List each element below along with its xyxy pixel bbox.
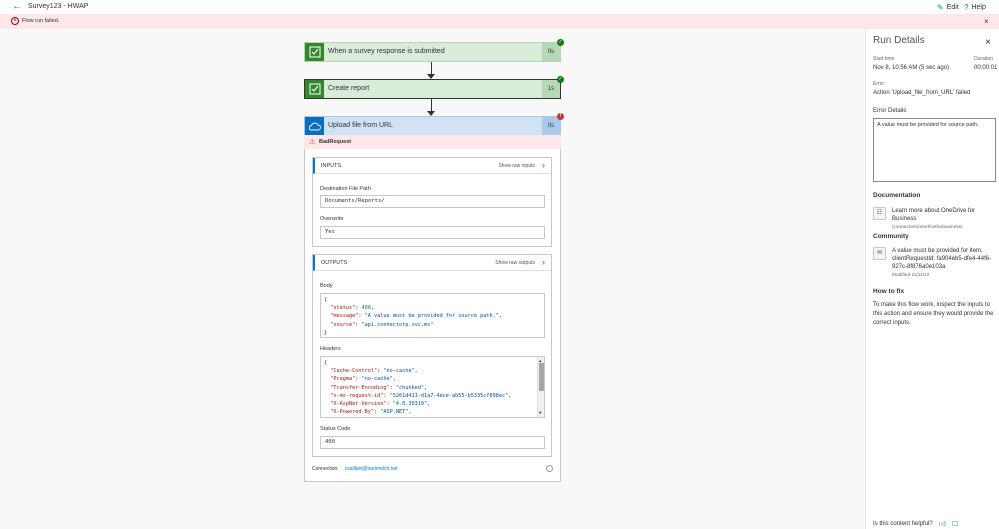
bad-request-bar: ⚠ BadRequest bbox=[304, 135, 561, 149]
header-line: "Timing-Allow-Origin": "*" bbox=[324, 417, 411, 418]
connector-arrow bbox=[426, 62, 438, 80]
step-duration: 1s bbox=[542, 80, 560, 98]
success-check-icon: ✓ bbox=[557, 76, 564, 83]
body-label: Body bbox=[320, 283, 333, 289]
community-text[interactable]: A value must be provided for item. clien… bbox=[892, 248, 991, 270]
body-json: { "status": 400, "message": "A value mus… bbox=[320, 293, 545, 338]
chat-icon: ✉ bbox=[873, 247, 886, 260]
doc-path: /connectors/onedriveforbusiness/ bbox=[892, 225, 963, 230]
show-raw-outputs-link[interactable]: Show raw outputs bbox=[495, 260, 535, 266]
outputs-header[interactable]: OUTPUTS Show raw outputs › bbox=[313, 255, 551, 271]
outputs-section: OUTPUTS Show raw outputs › Body { "statu… bbox=[312, 254, 552, 457]
document-icon: ☷ bbox=[873, 207, 886, 220]
headers-label: Headers bbox=[320, 346, 341, 352]
header-line: "Cache-Control": "no-cache", bbox=[330, 368, 418, 375]
community-modified: Modified 11/11/22 bbox=[892, 273, 930, 278]
headers-json[interactable]: { "Cache-Control": "no-cache", "Pragma":… bbox=[320, 356, 545, 418]
help-button[interactable]: ? Help bbox=[964, 3, 986, 12]
back-arrow-icon[interactable]: ← bbox=[12, 2, 22, 12]
error-badge-icon: ! bbox=[557, 113, 564, 120]
error-details-label: Error Details bbox=[873, 108, 907, 114]
warning-icon: ⚠ bbox=[309, 139, 316, 146]
comment-icon[interactable]: ☐ bbox=[952, 520, 958, 528]
close-banner-icon[interactable]: × bbox=[984, 17, 989, 26]
step-upload-file[interactable]: Upload file from URL 0s bbox=[304, 116, 561, 136]
status-code-label: Status Code bbox=[320, 426, 351, 432]
header-line: "Transfer-Encoding": "chunked", bbox=[330, 384, 428, 391]
how-to-fix-text: To make this flow work, inspect the inpu… bbox=[873, 302, 994, 326]
onedrive-cloud-icon bbox=[305, 117, 324, 135]
step-title: Upload file from URL bbox=[328, 122, 393, 129]
survey-icon bbox=[305, 80, 324, 98]
panel-title: Run Details bbox=[873, 35, 925, 46]
headers-scrollbar[interactable]: ▲ ▼ bbox=[537, 357, 544, 417]
overwrite-field: Yes bbox=[320, 226, 545, 239]
start-time-value: Nov 8, 10:56 AM (5 sec ago) bbox=[873, 65, 950, 71]
status-code-field: 400 bbox=[320, 436, 545, 449]
inputs-label: INPUTS bbox=[321, 163, 342, 169]
close-panel-icon[interactable]: × bbox=[985, 37, 991, 48]
banner-message: Flow run failed. bbox=[22, 18, 60, 24]
step-title: Create report bbox=[328, 85, 370, 92]
outputs-label: OUTPUTS bbox=[321, 260, 348, 266]
top-bar: ← Survey123 - HWAP ✎ Edit ? Help bbox=[0, 0, 999, 14]
error-label: Error bbox=[873, 81, 885, 87]
step-trigger[interactable]: When a survey response is submitted 0s bbox=[304, 42, 561, 62]
documentation-heading: Documentation bbox=[873, 192, 921, 199]
edit-button[interactable]: ✎ Edit bbox=[937, 3, 959, 12]
connection-account-link[interactable]: csaillant@summitch.net bbox=[345, 466, 398, 472]
error-circle-icon: × bbox=[11, 17, 19, 25]
bad-request-label: BadRequest bbox=[319, 139, 352, 145]
inputs-section: INPUTS Show raw inputs › Destination Fil… bbox=[312, 157, 552, 247]
header-line: "Pragma": "no-cache", bbox=[330, 376, 396, 383]
connector-arrow bbox=[426, 99, 438, 117]
chevron-right-icon[interactable]: › bbox=[542, 160, 545, 170]
helpful-label: Is this content helpful? bbox=[873, 520, 933, 527]
how-to-fix-heading: How to fix bbox=[873, 288, 905, 295]
error-details-box[interactable]: A value must be provided for source path… bbox=[873, 118, 996, 182]
header-line: "X-AspNet-Version": "4.0.30319", bbox=[330, 401, 431, 408]
scroll-down-icon[interactable]: ▼ bbox=[539, 409, 541, 417]
header-line: "x-ms-request-id": "5261d411-d1a7-4ece-a… bbox=[330, 392, 512, 399]
header-line: "X-Powered-By": "ASP.NET", bbox=[330, 409, 412, 416]
thumbs-up-icon[interactable]: 👍︎ bbox=[939, 519, 946, 528]
doc-link[interactable]: Learn more about OneDrive for Business bbox=[892, 208, 975, 222]
destination-label: Destination File Path bbox=[320, 186, 371, 192]
step-create-report[interactable]: Create report 1s bbox=[304, 79, 561, 99]
error-banner: × Flow run failed. × bbox=[0, 14, 999, 29]
error-value: Action 'Upload_file_from_URL' failed bbox=[873, 90, 971, 96]
step-title: When a survey response is submitted bbox=[328, 48, 445, 55]
inputs-header[interactable]: INPUTS Show raw inputs › bbox=[313, 158, 551, 174]
chevron-right-icon[interactable]: › bbox=[542, 257, 545, 267]
flow-title: Survey123 - HWAP bbox=[28, 3, 89, 10]
pencil-icon: ✎ bbox=[937, 3, 944, 12]
run-details-panel: Run Details × Start time Nov 8, 10:56 AM… bbox=[865, 29, 999, 529]
success-check-icon: ✓ bbox=[557, 39, 564, 46]
duration-value: 00:00:01 bbox=[974, 65, 998, 71]
step-duration: 0s bbox=[542, 43, 560, 61]
community-heading: Community bbox=[873, 233, 909, 240]
show-raw-inputs-link[interactable]: Show raw inputs bbox=[498, 163, 535, 169]
scroll-thumb[interactable] bbox=[539, 363, 544, 391]
connection-settings-icon[interactable] bbox=[546, 465, 553, 472]
duration-label: Duration bbox=[974, 56, 993, 62]
connection-info: Connection: csaillant@summitch.net bbox=[312, 466, 398, 472]
survey-icon bbox=[305, 43, 324, 61]
destination-field: Documents/Reports/ bbox=[320, 195, 545, 208]
start-time-label: Start time bbox=[873, 56, 895, 62]
step-duration: 0s bbox=[542, 117, 560, 135]
help-icon: ? bbox=[964, 3, 969, 12]
overwrite-label: Overwrite bbox=[320, 216, 344, 222]
feedback-row: Is this content helpful? 👍︎ ☐ bbox=[873, 519, 958, 529]
